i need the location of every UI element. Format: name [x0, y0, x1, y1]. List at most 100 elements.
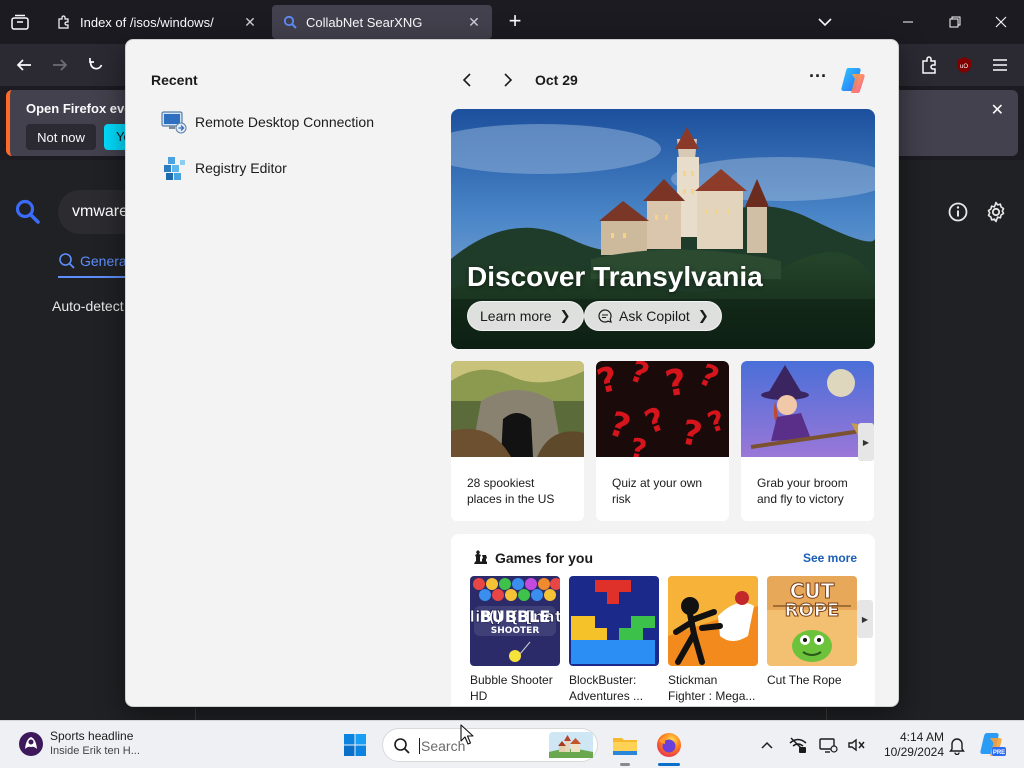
recent-item-label: Remote Desktop Connection: [195, 114, 374, 130]
news-card-caption: Quiz at your own risk: [612, 476, 703, 506]
taskbar-search-box[interactable]: Search: [382, 728, 598, 762]
remote-desktop-icon: [161, 111, 187, 134]
games-widget: Games for you See more function split() …: [451, 534, 875, 706]
learn-more-button[interactable]: Learn more ❯: [467, 301, 584, 331]
tab-general[interactable]: Genera: [58, 252, 128, 278]
firefox-icon[interactable]: [655, 731, 683, 759]
chat-bubble-icon: [598, 309, 612, 323]
gear-icon[interactable]: [984, 200, 1008, 224]
hamburger-icon: [993, 59, 1007, 71]
tab-list-button[interactable]: [6, 8, 34, 36]
carousel-next-button[interactable]: ▶: [858, 423, 874, 461]
search-icon[interactable]: [14, 198, 42, 226]
bubble-shooter-thumbnail: function split() { [native code] } BUBBL…: [470, 576, 560, 666]
not-now-button[interactable]: Not now: [26, 124, 96, 150]
tab-list-icon: [11, 14, 29, 30]
see-more-link[interactable]: See more: [803, 551, 857, 565]
tab-index-isos[interactable]: Index of /isos/windows/ ✕: [46, 5, 268, 39]
svg-text:SHOOTER: SHOOTER: [491, 626, 540, 636]
previous-day-button[interactable]: [455, 68, 479, 92]
news-card[interactable]: 28 spookiest places in the US: [451, 361, 584, 521]
language-autodetect[interactable]: Auto-detect: [52, 298, 124, 314]
reload-button[interactable]: [84, 53, 108, 77]
new-tab-button[interactable]: +: [503, 10, 527, 34]
learn-more-label: Learn more: [480, 308, 552, 324]
news-card-caption: Grab your broom and fly to victory: [757, 476, 848, 506]
recent-item-remote-desktop[interactable]: Remote Desktop Connection: [160, 105, 374, 139]
game-tile-bubble-shooter[interactable]: function split() { [native code] } BUBBL…: [470, 576, 560, 704]
mouse-cursor-icon: [460, 724, 474, 745]
system-clock[interactable]: 4:14 AM 10/29/2024: [876, 730, 944, 760]
volume-muted-icon[interactable]: [846, 735, 866, 755]
premier-league-icon[interactable]: [18, 731, 44, 757]
minimize-button[interactable]: [896, 10, 920, 34]
close-tab-icon[interactable]: ✕: [466, 14, 482, 30]
network-disconnected-icon[interactable]: [788, 735, 808, 755]
witch-game-image: [741, 361, 874, 457]
start-menu: Recent Remote Desktop Connection Registr…: [125, 39, 899, 707]
copilot-icon[interactable]: [838, 64, 870, 96]
restore-button[interactable]: [943, 10, 967, 34]
ask-copilot-button[interactable]: Ask Copilot ❯: [584, 301, 722, 331]
game-tile-stickman-fighter[interactable]: Stickman Fighter : Mega...: [668, 576, 758, 704]
search-highlight-castle-icon: [549, 732, 593, 758]
chevron-up-icon[interactable]: [757, 735, 777, 755]
next-day-button[interactable]: [496, 68, 520, 92]
close-icon: [995, 16, 1007, 28]
close-notification-icon[interactable]: ✕: [991, 100, 1004, 120]
tab-underline: [58, 276, 128, 278]
svg-text:BUBBLE: BUBBLE: [480, 607, 551, 626]
search-placeholder: Search: [419, 738, 466, 754]
copilot-preview-icon[interactable]: PRE: [978, 730, 1006, 758]
firefox-active-indicator: [658, 763, 680, 766]
svg-text:PRE: PRE: [993, 750, 1005, 756]
game-name: BlockBuster: Adventures ...: [569, 673, 644, 703]
news-card[interactable]: ? ? ? ? ? ? ? ? ? Quiz at your own risk: [596, 361, 729, 521]
close-tab-icon[interactable]: ✕: [242, 14, 258, 30]
file-explorer-icon[interactable]: [611, 731, 639, 759]
forward-button[interactable]: [48, 53, 72, 77]
blockbuster-thumbnail: [569, 576, 659, 666]
display-icon[interactable]: [818, 735, 838, 755]
restore-icon: [949, 16, 961, 28]
tab-searxng[interactable]: CollabNet SearXNG ✕: [272, 5, 492, 39]
chevron-down-icon[interactable]: [815, 12, 835, 32]
svg-text:uO: uO: [960, 64, 968, 70]
bell-icon[interactable]: [947, 735, 967, 755]
notification-message: Open Firefox ever: [26, 101, 137, 116]
puzzle-icon: [922, 56, 936, 74]
more-options-button[interactable]: ···: [806, 67, 830, 92]
windows-start-icon[interactable]: [343, 733, 367, 757]
game-name: Cut The Rope: [767, 673, 842, 687]
recent-item-registry-editor[interactable]: Registry Editor: [160, 151, 287, 185]
arrow-right-icon: [53, 59, 68, 71]
tab-general-label: Genera: [80, 253, 127, 269]
clock-date: 10/29/2024: [883, 745, 944, 759]
search-icon: [394, 738, 410, 754]
ublock-button[interactable]: uO: [952, 53, 976, 77]
hero-card[interactable]: Discover Transylvania Learn more ❯ Ask C…: [451, 109, 875, 349]
news-card[interactable]: Grab your broom and fly to victory: [741, 361, 874, 521]
sports-subtitle: Inside Erik ten H...: [50, 745, 140, 757]
tab-title: CollabNet SearXNG: [306, 14, 423, 30]
recent-heading: Recent: [151, 72, 198, 88]
reload-icon: [89, 58, 103, 70]
back-button[interactable]: [12, 53, 36, 77]
game-tile-blockbuster[interactable]: BlockBuster: Adventures ...: [569, 576, 659, 704]
chevron-right-icon: ❯: [559, 308, 571, 323]
menu-button[interactable]: [988, 53, 1012, 77]
spooky-tunnel-image: [451, 361, 584, 457]
searxng-icon: [282, 14, 298, 30]
clock-time: 4:14 AM: [899, 730, 944, 744]
extensions-button[interactable]: [917, 53, 941, 77]
close-window-button[interactable]: [989, 10, 1013, 34]
tab-title: Index of /isos/windows/: [80, 14, 214, 30]
chevron-right-icon: [504, 73, 513, 87]
feed-date: Oct 29: [535, 72, 578, 88]
minimize-icon: [903, 21, 913, 23]
games-carousel-next-button[interactable]: ▶: [857, 600, 873, 638]
game-tile-cut-the-rope[interactable]: CUT ROPE Cut The Rope: [767, 576, 857, 688]
ask-copilot-label: Ask Copilot: [619, 308, 690, 324]
info-icon[interactable]: [946, 200, 970, 224]
sports-headline[interactable]: Sports headline: [50, 729, 133, 743]
